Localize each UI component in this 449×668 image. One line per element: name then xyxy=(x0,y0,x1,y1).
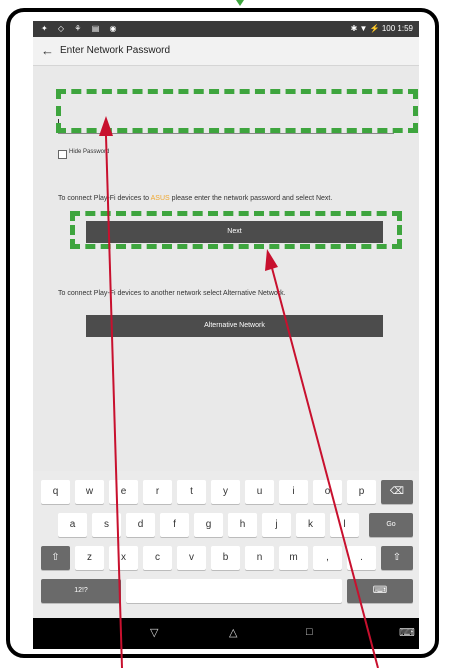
arrow-to-password-line xyxy=(105,135,123,668)
arrow-to-next-line xyxy=(271,267,379,668)
arrow-to-password-head xyxy=(99,116,113,136)
annotation-arrows xyxy=(99,116,379,668)
arrow-to-next-head xyxy=(265,249,278,271)
